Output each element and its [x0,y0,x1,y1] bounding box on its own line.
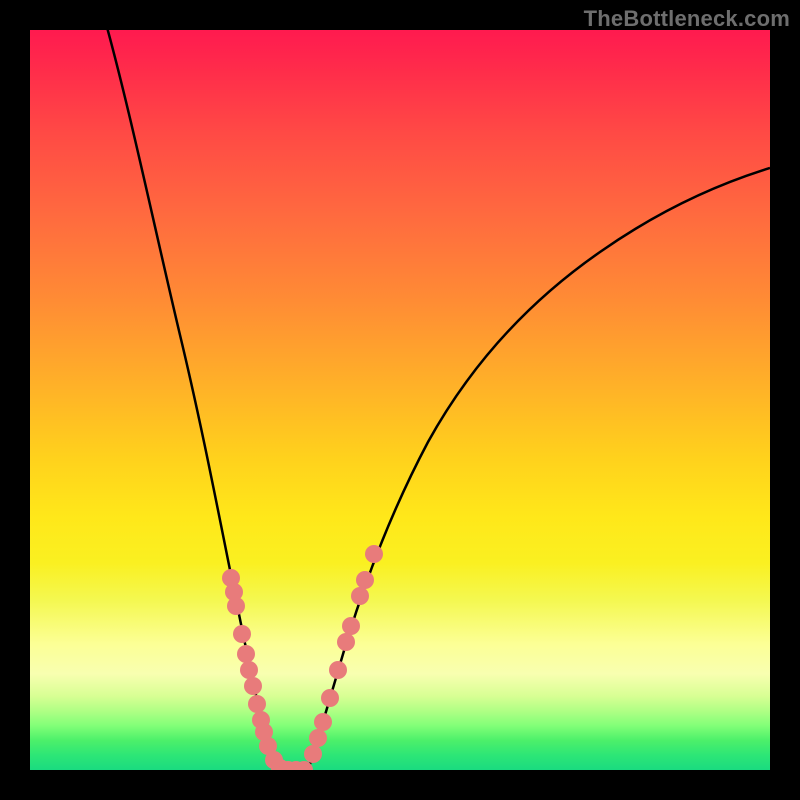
data-marker [240,661,258,679]
data-marker [314,713,332,731]
watermark-text: TheBottleneck.com [584,6,790,32]
data-marker [309,729,327,747]
data-marker [356,571,374,589]
data-marker [244,677,262,695]
data-marker [227,597,245,615]
data-marker [321,689,339,707]
data-marker [351,587,369,605]
data-marker [365,545,383,563]
data-marker [304,745,322,763]
data-marker [248,695,266,713]
left-curve [105,30,283,770]
marker-group [222,545,383,770]
data-marker [329,661,347,679]
chart-svg [30,30,770,770]
data-marker [233,625,251,643]
plot-area [30,30,770,770]
data-marker [337,633,355,651]
data-marker [342,617,360,635]
data-marker [237,645,255,663]
right-curve [308,168,770,770]
